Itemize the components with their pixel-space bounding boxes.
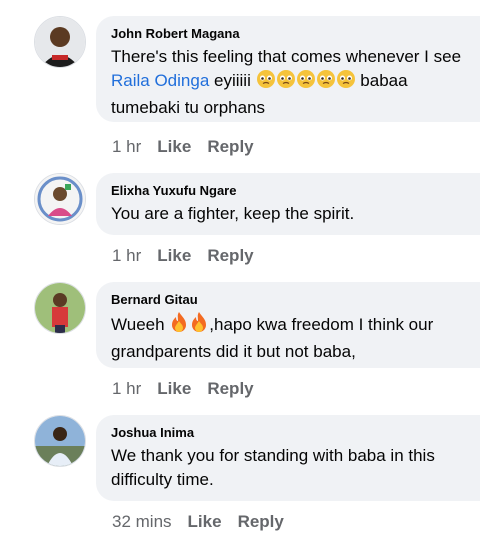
comment-actions: 32 mins Like Reply [112, 511, 300, 533]
comment-timestamp[interactable]: 1 hr [112, 137, 141, 156]
comment-author[interactable]: Elixha Yuxufu Ngare [111, 183, 480, 199]
like-button[interactable]: Like [188, 512, 222, 531]
comment-actions: 1 hr Like Reply [112, 378, 270, 400]
pleading-face-emoji-icon [336, 69, 356, 96]
like-button[interactable]: Like [157, 379, 191, 398]
pleading-face-emoji-icon [276, 69, 296, 96]
pleading-face-emoji-icon [296, 69, 316, 96]
reply-button[interactable]: Reply [238, 512, 284, 531]
comment-author[interactable]: Bernard Gitau [111, 292, 480, 308]
comment-author[interactable]: John Robert Magana [111, 26, 480, 42]
comment-timestamp[interactable]: 32 mins [112, 512, 172, 531]
fire-emoji-icon [189, 311, 209, 340]
comment-text-line: There's this feeling that comes whenever… [111, 47, 462, 66]
comment-bubble: Elixha Yuxufu Ngare You are a fighter, k… [96, 173, 480, 235]
avatar[interactable] [34, 16, 86, 68]
comment-actions: 1 hr Like Reply [112, 245, 270, 267]
comment-text-line: difficulty time. [111, 470, 214, 489]
comment-text-line: tumebaki tu orphans [111, 98, 266, 117]
pleading-face-emoji-icon [316, 69, 336, 96]
comment-text-line: Raila Odinga eyiiiii babaa [111, 69, 480, 96]
comment-timestamp[interactable]: 1 hr [112, 246, 141, 265]
comment-text-line: grandparents did it but not baba, [111, 342, 356, 361]
profile-photo-icon [35, 283, 85, 333]
comment-bubble: Bernard Gitau Wueeh ,hapo kwa freedom I … [96, 282, 480, 368]
comment: John Robert Magana There's this feeling … [0, 0, 480, 165]
avatar[interactable] [34, 282, 86, 334]
reply-button[interactable]: Reply [207, 246, 253, 265]
avatar[interactable] [34, 415, 86, 467]
avatar[interactable] [34, 173, 86, 225]
profile-photo-icon [35, 17, 85, 67]
comment-author[interactable]: Joshua Inima [111, 425, 480, 441]
reply-button[interactable]: Reply [207, 137, 253, 156]
reply-button[interactable]: Reply [207, 379, 253, 398]
comment-actions: 1 hr Like Reply [112, 136, 270, 158]
comment-bubble: Joshua Inima We thank you for standing w… [96, 415, 480, 501]
pleading-face-emoji-icon [256, 69, 276, 96]
comment-bubble: John Robert Magana There's this feeling … [96, 16, 480, 122]
comment-text-line: Wueeh ,hapo kwa freedom I think our [111, 311, 480, 340]
profile-photo-icon [35, 416, 85, 466]
like-button[interactable]: Like [157, 137, 191, 156]
mention-link[interactable]: Raila Odinga [111, 71, 209, 90]
fire-emoji-icon [169, 311, 189, 340]
like-button[interactable]: Like [157, 246, 191, 265]
comment-text-line: You are a fighter, keep the spirit. [111, 204, 355, 223]
comment-text-line: We thank you for standing with baba in t… [111, 446, 435, 465]
comment-timestamp[interactable]: 1 hr [112, 379, 141, 398]
profile-photo-icon [35, 174, 85, 224]
